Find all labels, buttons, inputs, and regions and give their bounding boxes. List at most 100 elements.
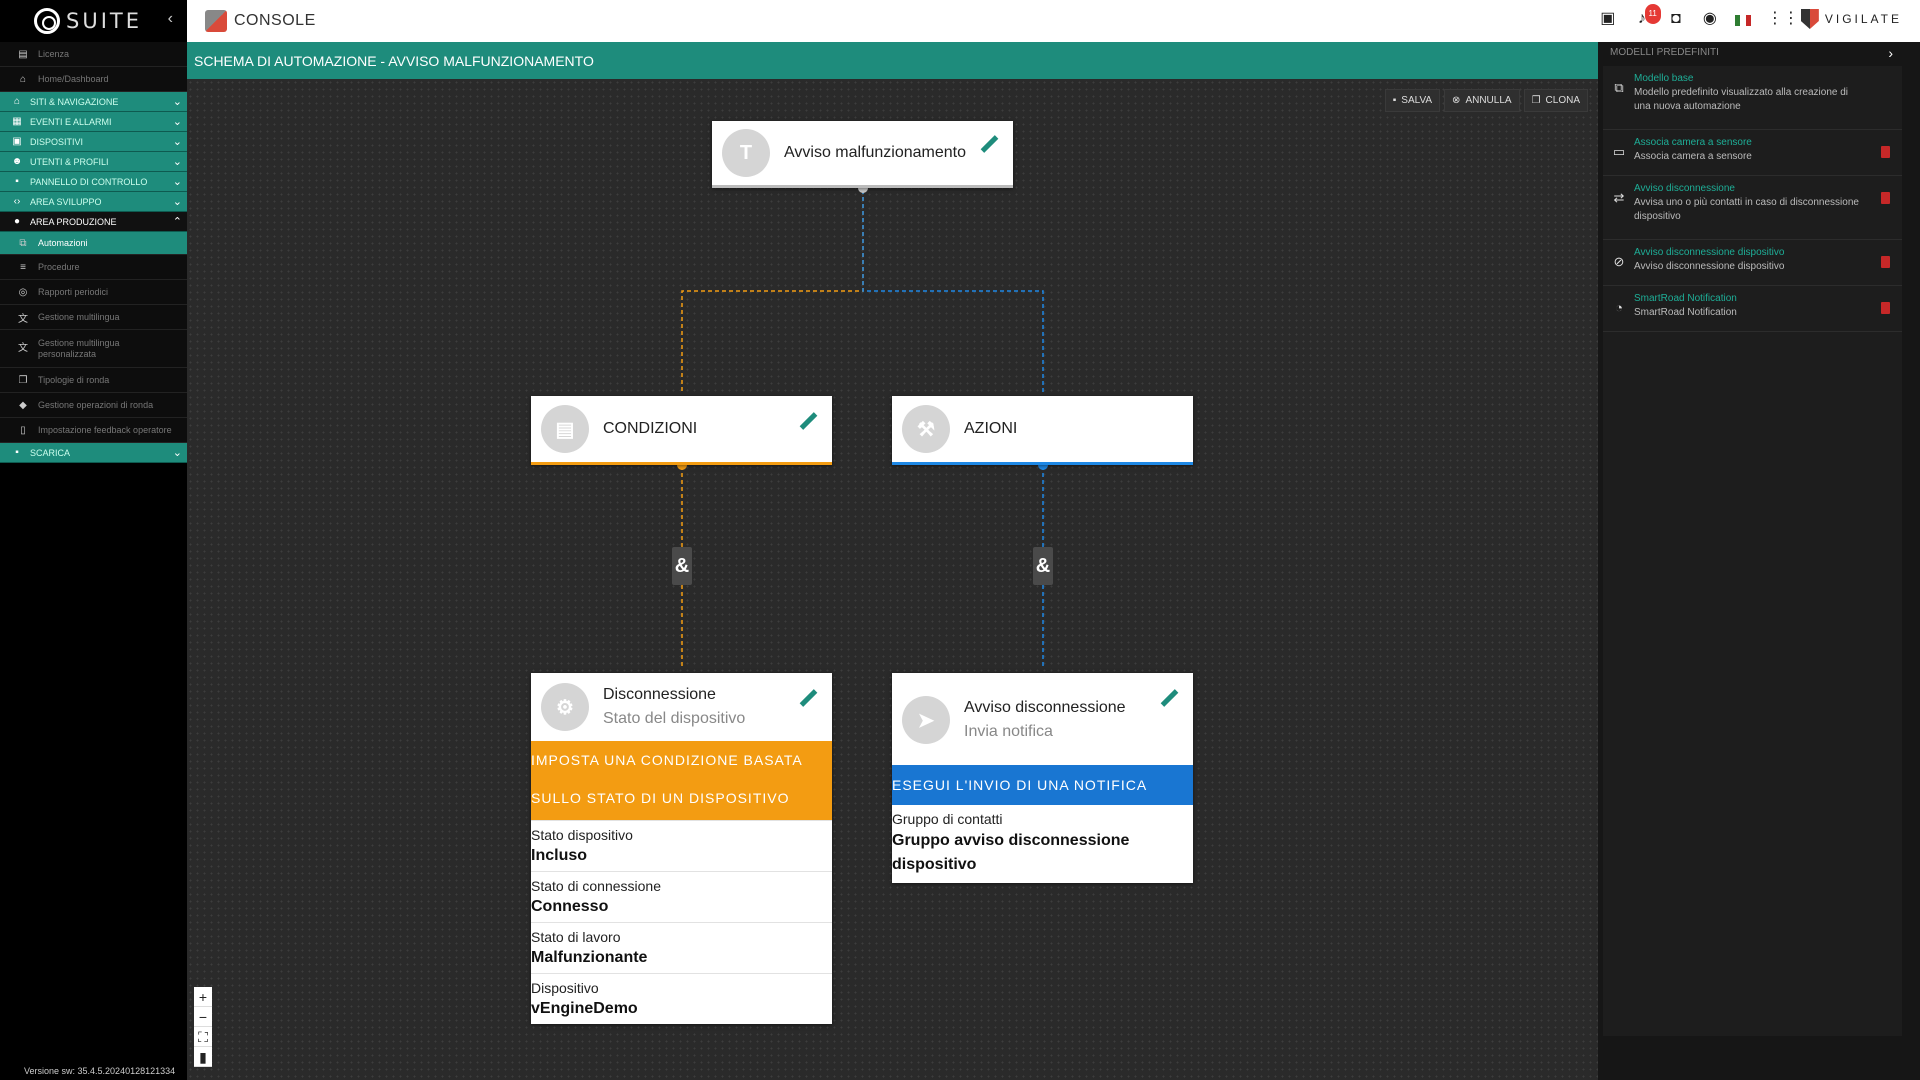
suite-logo-text: SUITE [66, 9, 142, 33]
briefcase-icon[interactable]: ▣ [1599, 10, 1617, 28]
actions-node[interactable]: ⚒ AZIONI [892, 396, 1193, 465]
action-notification-node[interactable]: ➤ Avviso disconnessione Invia notifica E… [892, 673, 1193, 883]
language-icon: 文 [18, 313, 28, 325]
connector-root-actions [862, 190, 1044, 392]
chevron-down-icon: ⌄ [172, 447, 182, 459]
sidebar-section-utenti[interactable]: ☻ UTENTI & PROFILI ⌄ [0, 152, 187, 172]
clipboard-icon: ▤ [541, 405, 589, 453]
sidebar-item-multilingua-personalizzata[interactable]: 文 Gestione multilingua personalizzata [0, 330, 187, 368]
report-icon: ◎ [18, 286, 28, 298]
template-item[interactable]: ⇄ Avviso disconnessione Avvisa uno o più… [1603, 176, 1902, 240]
account-icon[interactable]: ◉ [1701, 10, 1719, 28]
fit-view-icon[interactable]: ⛶ [194, 1027, 212, 1047]
conditions-title: CONDIZIONI [603, 420, 698, 437]
copy-icon: ❐ [18, 374, 28, 386]
gavel-icon: ⚒ [902, 405, 950, 453]
sidebar-section-pannello[interactable]: ▪ PANNELLO DI CONTROLLO ⌄ [0, 172, 187, 192]
clipboard-icon: ▦ [12, 116, 22, 127]
sidebar-item-procedure[interactable]: ≡ Procedure [0, 255, 187, 280]
connector-lines [677, 183, 1048, 669]
sitemap-icon: ⧉ [1614, 80, 1624, 95]
edit-action-pencil-icon[interactable] [1159, 689, 1179, 709]
template-item[interactable]: ◔ SmartRoad Notification SmartRoad Notif… [1603, 286, 1902, 332]
vigilate-logo: VIGILATE [1800, 9, 1902, 29]
zoom-in-button[interactable]: + [194, 987, 212, 1007]
condition-field-work-status: Stato di lavoro Malfunzionante [531, 922, 832, 973]
edit-root-pencil-icon[interactable] [979, 135, 999, 155]
suite-logo-icon [34, 8, 60, 34]
automation-canvas[interactable]: ▪ SALVA ⊗ ANNULLA ❐ CLONA T Avviso malfunzi… [187, 79, 1598, 1080]
sidebar-section-scarica[interactable]: ▪ SCARICA ⌄ [0, 443, 187, 463]
procedure-icon: ≡ [20, 261, 26, 273]
conditions-node[interactable]: ▤ CONDIZIONI [531, 396, 832, 465]
console-title: CONSOLE [234, 12, 316, 29]
sidebar-section-eventi[interactable]: ▦ EVENTI E ALLARMI ⌄ [0, 112, 187, 132]
delete-icon[interactable] [1881, 256, 1890, 268]
device-disconnect-icon: ⚙ [541, 683, 589, 731]
sidebar-item-automazioni[interactable]: ⧉ Automazioni [0, 232, 187, 255]
alert-icon[interactable]: ◘ [1667, 10, 1685, 28]
apps-grid-icon[interactable]: ⋮⋮ [1767, 10, 1799, 28]
conditions-and-operator[interactable]: & [672, 547, 692, 585]
sidebar-section-dispositivi[interactable]: ▣ DISPOSITIVI ⌄ [0, 132, 187, 152]
condition-field-connection-status: Stato di connessione Connesso [531, 871, 832, 922]
home-icon: ⌂ [13, 96, 21, 107]
sidebar-section-produzione[interactable]: ● AREA PRODUZIONE ⌃ [0, 212, 187, 232]
bell-icon[interactable]: ♪ 11 [1633, 4, 1661, 28]
action-band: ESEGUI L'INVIO DI UNA NOTIFICA [892, 765, 1193, 805]
action-subtitle: Invia notifica [964, 723, 1053, 740]
lock-icon[interactable]: ▮ [194, 1047, 212, 1067]
top-icons: ▣ ♪ 11 ◘ ◉ ⋮⋮ VIGILATE [1599, 4, 1902, 29]
collapse-sidebar-icon[interactable]: ‹ [168, 10, 173, 28]
sidebar-item-multilingua[interactable]: 文 Gestione multilingua [0, 305, 187, 330]
home-icon: ⌂ [19, 73, 27, 85]
sidebar-section-sviluppo[interactable]: ‹› AREA SVILUPPO ⌄ [0, 192, 187, 212]
vigilate-shield-icon [1800, 9, 1819, 29]
send-icon: ➤ [902, 696, 950, 744]
condition-subtitle: Stato del dispositivo [603, 710, 746, 727]
condition-device-status-node[interactable]: ⚙ Disconnessione Stato del dispositivo I… [531, 673, 832, 1024]
software-version: Versione sw: 35.4.5.20240128121334 [24, 1066, 176, 1076]
page-title: SCHEMA DI AUTOMAZIONE - AVVISO MALFUNZIO… [194, 52, 594, 69]
image-icon: ▭ [1612, 144, 1626, 159]
templates-list: ⧉ Modello base Modello predefinito visua… [1603, 66, 1902, 1036]
template-item[interactable]: ⧉ Modello base Modello predefinito visua… [1603, 66, 1902, 130]
actions-and-operator[interactable]: & [1033, 547, 1053, 585]
sidebar-item-operazioni-ronda[interactable]: ◆ Gestione operazioni di ronda [0, 393, 187, 418]
sidebar-item-home[interactable]: ⌂ Home/Dashboard [0, 67, 187, 92]
root-node-title: Avviso malfunzionamento [784, 144, 967, 161]
templates-panel: MODELLI PREDEFINITI › ⧉ Modello base Mod… [1598, 42, 1920, 1080]
root-node[interactable]: T Avviso malfunzionamento [712, 121, 1013, 188]
id-card-icon: ▤ [18, 48, 28, 60]
chevron-down-icon: ⌄ [172, 136, 182, 148]
delete-icon[interactable] [1881, 146, 1890, 158]
italian-flag-icon[interactable] [1734, 15, 1751, 26]
edit-conditions-pencil-icon[interactable] [798, 412, 818, 432]
edit-condition-pencil-icon[interactable] [798, 689, 818, 709]
condition-title: Disconnessione [603, 686, 716, 703]
sidebar-item-licenza[interactable]: ▤ Licenza [0, 42, 187, 67]
device-icon: ▣ [12, 136, 22, 147]
delete-icon[interactable] [1881, 302, 1890, 314]
chevron-right-icon[interactable]: › [1888, 42, 1893, 64]
condition-band: IMPOSTA UNA CONDIZIONE BASATA SULLO STAT… [531, 741, 832, 820]
sidebar: SUITE ‹ ▤ Licenza ⌂ Home/Dashboard ⌂ SITI &… [0, 0, 187, 1080]
chevron-down-icon: ⌄ [172, 96, 182, 108]
no-signal-icon: ⊘ [1613, 254, 1625, 269]
gauge-icon: ◔ [1615, 300, 1623, 315]
root-avatar: T [722, 129, 770, 177]
language-icon: 文 [18, 343, 28, 354]
zoom-out-button[interactable]: − [194, 1007, 212, 1027]
sidebar-item-feedback[interactable]: ▯ Impostazione feedback operatore [0, 418, 187, 443]
console-logo-icon [205, 10, 227, 32]
template-item[interactable]: ⊘ Avviso disconnessione dispositivo Avvi… [1603, 240, 1902, 286]
chevron-down-icon: ⌄ [172, 196, 182, 208]
sidebar-item-rapporti[interactable]: ◎ Rapporti periodici [0, 280, 187, 305]
template-item[interactable]: ▭ Associa camera a sensore Associa camer… [1603, 130, 1902, 176]
delete-icon[interactable] [1881, 192, 1890, 204]
sidebar-section-siti[interactable]: ⌂ SITI & NAVIGAZIONE ⌄ [0, 92, 187, 112]
top-bar: CONSOLE ▣ ♪ 11 ◘ ◉ ⋮⋮ VIGILATE [187, 0, 1920, 42]
sidebar-item-tipologie-ronda[interactable]: ❐ Tipologie di ronda [0, 368, 187, 393]
briefcase-icon: ▪ [15, 447, 19, 458]
code-icon: ‹› [13, 196, 21, 207]
